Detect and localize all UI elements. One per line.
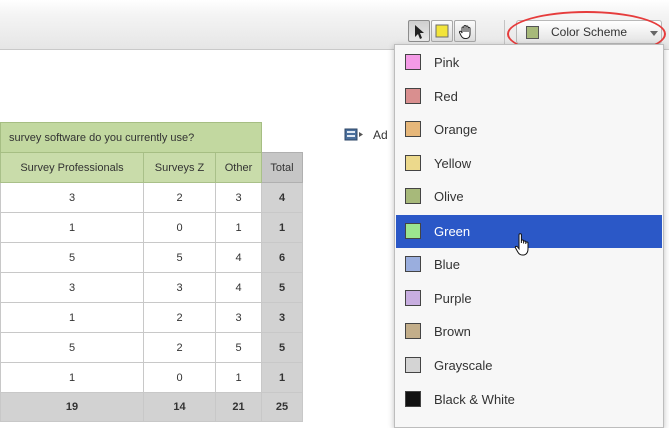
table-cell: 3 xyxy=(261,302,303,333)
table-row: 1 0 1 1 xyxy=(0,212,303,243)
column-header: Surveys Z xyxy=(143,152,216,183)
column-header: Other xyxy=(215,152,262,183)
table-cell: 19 xyxy=(0,392,144,422)
color-fill-tool-button[interactable] xyxy=(431,20,453,42)
menu-item-label: Purple xyxy=(434,291,472,306)
menu-item-olive[interactable]: Olive xyxy=(396,180,662,213)
table-cell: 2 xyxy=(143,332,216,363)
color-swatch xyxy=(405,357,421,373)
table-row: 5 2 5 5 xyxy=(0,332,303,363)
table-cell: 0 xyxy=(143,212,216,243)
color-swatch xyxy=(405,121,421,137)
table-header-row: Survey Professionals Surveys Z Other Tot… xyxy=(0,152,303,183)
table-title: survey software do you currently use? xyxy=(0,122,262,153)
select-arrow-icon xyxy=(415,25,424,39)
table-row: 3 3 4 5 xyxy=(0,272,303,303)
table-cell: 1 xyxy=(0,212,144,243)
table-cell: 21 xyxy=(215,392,262,422)
table-cell: 1 xyxy=(215,362,262,393)
color-swatch xyxy=(405,256,421,272)
menu-item-label: Red xyxy=(434,89,458,104)
table-cell: 4 xyxy=(215,272,262,303)
table-cell: 2 xyxy=(143,302,216,333)
table-cell: 5 xyxy=(261,272,303,303)
table-cell: 5 xyxy=(0,332,144,363)
menu-item-red[interactable]: Red xyxy=(396,80,662,113)
color-swatch xyxy=(405,323,421,339)
color-swatch xyxy=(405,188,421,204)
menu-item-label: Pink xyxy=(434,55,460,70)
menu-item-grayscale[interactable]: Grayscale xyxy=(396,349,662,382)
hand-pointer-cursor-icon xyxy=(514,233,529,256)
chevron-down-icon xyxy=(650,31,658,36)
menu-item-label: Orange xyxy=(434,122,478,137)
toolbar-separator xyxy=(504,20,505,44)
menu-item-label: Yellow xyxy=(434,156,472,171)
table-cell: 1 xyxy=(261,212,303,243)
table-cell: 1 xyxy=(0,302,144,333)
menu-item-label: Black & White xyxy=(434,392,515,407)
color-swatch xyxy=(405,88,421,104)
column-header: Total xyxy=(261,152,303,183)
survey-results-table: survey software do you currently use? Su… xyxy=(0,122,303,422)
table-cell: 5 xyxy=(0,242,144,273)
table-cell: 0 xyxy=(143,362,216,393)
menu-item-orange[interactable]: Orange xyxy=(396,113,662,146)
table-cell: 14 xyxy=(143,392,216,422)
table-cell: 3 xyxy=(0,272,144,303)
table-cell: 4 xyxy=(215,242,262,273)
hand-pan-icon xyxy=(458,24,471,39)
menu-item-brown[interactable]: Brown xyxy=(396,315,662,348)
toolbar: Color Scheme xyxy=(0,0,669,57)
add-chart-icon[interactable] xyxy=(344,126,364,142)
table-cell: 1 xyxy=(215,212,262,243)
table-cell: 25 xyxy=(261,392,303,422)
yellow-square-icon xyxy=(435,24,449,38)
menu-item-label: Green xyxy=(434,224,471,239)
menu-item-pink[interactable]: Pink xyxy=(396,46,662,79)
color-scheme-swatch xyxy=(526,26,539,39)
menu-item-black-and-white[interactable]: Black & White xyxy=(396,383,662,416)
table-cell: 3 xyxy=(143,272,216,303)
menu-item-label: Grayscale xyxy=(434,358,493,373)
table-row: 3 2 3 4 xyxy=(0,182,303,213)
color-scheme-button[interactable]: Color Scheme xyxy=(516,20,662,44)
color-swatch xyxy=(405,391,421,407)
table-cell: 3 xyxy=(215,182,262,213)
table-cell: 3 xyxy=(215,302,262,333)
color-swatch xyxy=(405,54,421,70)
table-row: 5 5 4 6 xyxy=(0,242,303,273)
table-row: 1 2 3 3 xyxy=(0,302,303,333)
table-cell: 4 xyxy=(261,182,303,213)
table-row: 1 0 1 1 xyxy=(0,362,303,393)
select-tool-button[interactable] xyxy=(408,20,430,42)
color-scheme-label: Color Scheme xyxy=(551,25,628,39)
table-cell: 1 xyxy=(0,362,144,393)
table-cell: 6 xyxy=(261,242,303,273)
table-cell: 1 xyxy=(261,362,303,393)
pan-tool-button[interactable] xyxy=(454,20,476,42)
color-swatch xyxy=(405,223,421,239)
table-cell: 3 xyxy=(0,182,144,213)
menu-item-label: Olive xyxy=(434,189,464,204)
color-swatch xyxy=(405,290,421,306)
menu-item-label: Brown xyxy=(434,324,471,339)
tool-group xyxy=(408,20,490,44)
color-swatch xyxy=(405,155,421,171)
menu-item-purple[interactable]: Purple xyxy=(396,282,662,315)
totals-row: 19 14 21 25 xyxy=(0,392,303,422)
table-cell: 5 xyxy=(143,242,216,273)
menu-item-yellow[interactable]: Yellow xyxy=(396,147,662,180)
column-header: Survey Professionals xyxy=(0,152,144,183)
table-cell: 5 xyxy=(261,332,303,363)
app-window: Color Scheme survey software do you curr… xyxy=(0,0,669,428)
menu-item-label: Blue xyxy=(434,257,461,272)
add-action-label[interactable]: Ad xyxy=(373,128,388,142)
table-cell: 5 xyxy=(215,332,262,363)
table-cell: 2 xyxy=(143,182,216,213)
